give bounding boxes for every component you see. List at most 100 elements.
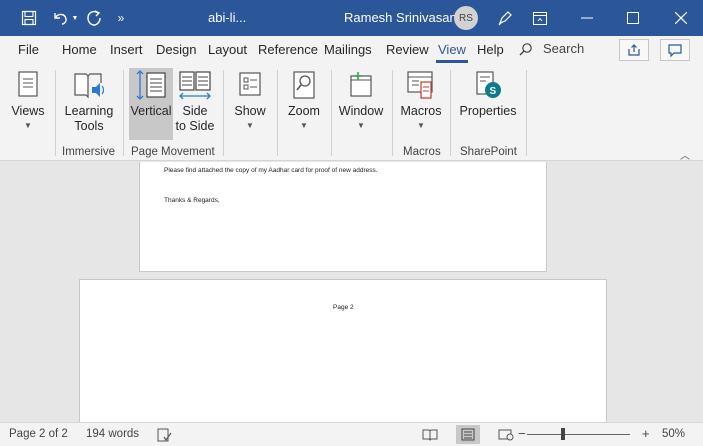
status-bar: Page 2 of 2 194 words − + 50% — [0, 422, 703, 446]
print-layout-icon[interactable] — [456, 425, 480, 444]
window-icon — [346, 68, 376, 102]
proofing-icon[interactable] — [152, 425, 176, 444]
side-to-side-button[interactable]: Side to Side — [173, 68, 217, 140]
show-icon — [236, 68, 264, 102]
macros-label: Macros — [400, 104, 442, 118]
properties-label: Properties — [459, 104, 517, 118]
separator — [123, 70, 124, 156]
tab-mailings[interactable]: Mailings — [324, 42, 372, 57]
search-icon — [519, 42, 533, 56]
redo-icon[interactable] — [82, 0, 106, 36]
close-icon[interactable] — [664, 0, 698, 36]
learning-tools-label-1: Learning — [64, 104, 114, 118]
zoom-out-button[interactable]: − — [518, 426, 526, 441]
window-label: Window — [338, 104, 384, 118]
chevron-down-icon: ▼ — [246, 121, 254, 130]
macros-icon — [405, 68, 437, 102]
undo-dropdown-icon[interactable]: ▼ — [70, 0, 80, 36]
web-layout-icon[interactable] — [494, 425, 518, 444]
separator — [526, 70, 527, 156]
separator — [331, 70, 332, 156]
separator — [450, 70, 451, 156]
group-label-macros: Macros — [403, 146, 441, 158]
search-box[interactable]: Search — [519, 41, 584, 56]
macros-button[interactable]: Macros ▼ — [398, 68, 444, 140]
vertical-label: Vertical — [130, 104, 172, 118]
tab-layout[interactable]: Layout — [208, 42, 247, 57]
side-to-side-label-2: to Side — [175, 119, 215, 133]
window-button[interactable]: Window ▼ — [336, 68, 386, 140]
maximize-icon[interactable] — [616, 0, 650, 36]
tab-view[interactable]: View — [438, 42, 466, 57]
ribbon-display-options-icon[interactable] — [528, 0, 552, 36]
show-button[interactable]: Show ▼ — [229, 68, 271, 140]
document-title: abi-li... — [208, 10, 247, 25]
active-tab-indicator — [436, 60, 468, 63]
zoom-level[interactable]: 50% — [662, 428, 685, 440]
learning-tools-icon — [72, 68, 106, 102]
share-icon — [628, 44, 640, 56]
chevron-down-icon: ▼ — [357, 121, 365, 130]
vertical-button[interactable]: Vertical — [129, 68, 173, 140]
document-text-line: Thanks & Regards, — [164, 197, 220, 204]
side-to-side-icon — [177, 68, 213, 102]
avatar[interactable]: RS — [454, 6, 478, 30]
tab-references[interactable]: Reference — [258, 42, 318, 57]
tab-home[interactable]: Home — [62, 42, 97, 57]
tab-review[interactable]: Review — [386, 42, 429, 57]
pen-icon[interactable] — [493, 0, 517, 36]
svg-text:S: S — [490, 86, 497, 97]
chevron-down-icon: ▼ — [417, 121, 425, 130]
document-text-line: Please find attached the copy of my Aadh… — [164, 167, 378, 174]
minimize-icon[interactable] — [570, 0, 604, 36]
page-header-text: Page 2 — [333, 304, 354, 311]
vertical-icon — [134, 68, 168, 102]
views-icon — [15, 68, 41, 102]
separator — [277, 70, 278, 156]
read-mode-icon[interactable] — [418, 425, 442, 444]
separator — [223, 70, 224, 156]
learning-tools-button[interactable]: Learning Tools — [60, 68, 118, 140]
share-button[interactable] — [619, 39, 649, 61]
page-1[interactable]: Please find attached the copy of my Aadh… — [139, 162, 547, 272]
zoom-icon — [290, 68, 318, 102]
undo-icon[interactable] — [48, 0, 72, 36]
zoom-button[interactable]: Zoom ▼ — [283, 68, 325, 140]
separator — [55, 70, 56, 156]
zoom-label: Zoom — [288, 104, 320, 118]
comments-button[interactable] — [660, 39, 690, 61]
title-bar: ▼ » abi-li... Ramesh Srinivasan RS — [0, 0, 703, 36]
sharepoint-properties-icon: S — [472, 68, 504, 102]
side-to-side-label-1: Side — [182, 104, 208, 118]
zoom-in-button[interactable]: + — [642, 426, 650, 441]
properties-button[interactable]: S Properties — [456, 68, 520, 140]
page-2[interactable]: Page 2 — [79, 279, 607, 422]
show-label: Show — [234, 104, 266, 118]
group-label-immersive: Immersive — [62, 146, 116, 158]
learning-tools-label-2: Tools — [74, 119, 104, 133]
ribbon-tabs: File Home Insert Design Layout Reference… — [0, 36, 703, 64]
save-icon[interactable] — [14, 0, 44, 36]
separator — [392, 70, 393, 156]
page-count[interactable]: Page 2 of 2 — [9, 428, 68, 440]
search-label: Search — [543, 41, 585, 56]
comment-icon — [668, 43, 682, 57]
views-button[interactable]: Views ▼ — [6, 68, 50, 140]
chevron-down-icon: ▼ — [24, 121, 32, 130]
ribbon-view: Views ▼ Learning Tools Immersive Vertica… — [0, 64, 703, 162]
user-name[interactable]: Ramesh Srinivasan — [344, 10, 457, 25]
tab-help[interactable]: Help — [477, 42, 504, 57]
group-label-sharepoint: SharePoint — [460, 146, 517, 158]
word-count[interactable]: 194 words — [86, 428, 139, 440]
group-label-page-movement: Page Movement — [131, 146, 215, 158]
tab-insert[interactable]: Insert — [110, 42, 143, 57]
zoom-slider-track[interactable] — [527, 434, 630, 435]
customize-toolbar-icon[interactable]: » — [112, 0, 130, 36]
views-label: Views — [11, 104, 45, 118]
zoom-slider-thumb[interactable] — [561, 428, 565, 440]
document-canvas[interactable]: Please find attached the copy of my Aadh… — [0, 162, 703, 422]
tab-file[interactable]: File — [18, 42, 39, 57]
chevron-down-icon: ▼ — [300, 121, 308, 130]
tab-design[interactable]: Design — [156, 42, 196, 57]
collapse-ribbon-icon[interactable]: ︿ — [680, 147, 690, 162]
